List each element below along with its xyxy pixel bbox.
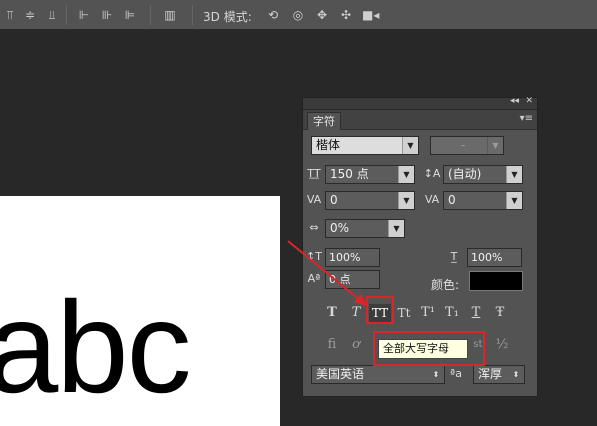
- baseline-shift-icon: Aª: [307, 272, 321, 285]
- fractions-button[interactable]: ½: [491, 336, 513, 354]
- text-color-swatch[interactable]: [469, 271, 523, 291]
- vertical-scale-icon: ↕T: [306, 250, 322, 263]
- antialias-value: 浑厚: [478, 367, 503, 381]
- separator: [66, 5, 67, 25]
- collapse-icon[interactable]: ◂◂: [510, 96, 519, 106]
- horizontal-scale-icon: T̲: [450, 250, 458, 263]
- rotate-3d-icon[interactable]: ⟲: [265, 7, 281, 23]
- faux-italic-button[interactable]: T: [345, 304, 367, 322]
- leading-input[interactable]: (自动) ▼: [443, 165, 523, 184]
- language-select[interactable]: 美国英语 ⬍: [311, 365, 445, 384]
- panel-tabrow: 字符 ▾≡: [303, 110, 537, 130]
- font-size-icon: T͟T: [307, 167, 321, 180]
- font-style-value: -: [461, 138, 466, 152]
- panel-menu-icon[interactable]: ▾≡: [520, 113, 533, 124]
- chevron-updown-icon: ⬍: [508, 366, 524, 383]
- underline-button[interactable]: T: [465, 304, 487, 322]
- color-label: 颜色:: [431, 278, 460, 292]
- chevron-down-icon: ▼: [388, 220, 404, 237]
- faux-bold-button[interactable]: T: [321, 304, 343, 322]
- tracking-icon: VA: [424, 193, 440, 206]
- distribute-icon[interactable]: ▥: [162, 7, 178, 23]
- pan-3d-icon[interactable]: ✥: [314, 7, 330, 23]
- kerning-icon: VA: [306, 193, 322, 206]
- chevron-down-icon: ▼: [398, 192, 414, 209]
- font-size-input[interactable]: 150 点 ▼: [325, 165, 415, 184]
- chevron-down-icon: ▼: [398, 166, 414, 183]
- align-bottom-icon[interactable]: ⫫: [44, 7, 60, 23]
- tsume-icon: ⇔: [309, 221, 319, 234]
- align-left-icon[interactable]: ⊩: [76, 7, 92, 23]
- superscript-button[interactable]: T¹: [417, 304, 439, 322]
- leading-value: (自动): [448, 167, 482, 181]
- kerning-input[interactable]: 0 ▼: [325, 191, 415, 210]
- vertical-scale-input[interactable]: 100%: [325, 248, 380, 267]
- chevron-down-icon: ▼: [506, 192, 522, 209]
- kerning-value: 0: [330, 193, 338, 207]
- baseline-shift-input[interactable]: 0 点: [325, 270, 380, 289]
- slide-3d-icon[interactable]: ✣: [338, 7, 354, 23]
- leading-icon: ↕A: [423, 167, 441, 180]
- 3d-mode-label: 3D 模式:: [203, 10, 252, 24]
- horizontal-scale-input[interactable]: 100%: [467, 248, 522, 267]
- align-top-icon[interactable]: ⫪: [2, 7, 18, 23]
- align-right-icon[interactable]: ⊫: [122, 7, 138, 23]
- align-hcenter-icon[interactable]: ⊪: [99, 7, 115, 23]
- tracking-value: 0: [448, 193, 456, 207]
- language-value: 美国英语: [316, 367, 365, 381]
- old-style-button[interactable]: ơ: [345, 336, 367, 354]
- antialias-icon: ªa: [450, 367, 462, 380]
- separator: [150, 5, 151, 25]
- chevron-down-icon: ▼: [506, 166, 522, 183]
- antialias-select[interactable]: 浑厚 ⬍: [473, 365, 525, 384]
- tab-character[interactable]: 字符: [307, 112, 341, 130]
- chevron-updown-icon: ⬍: [428, 366, 444, 383]
- close-icon[interactable]: ✕: [525, 96, 533, 106]
- scale-ratio-input[interactable]: 0% ▼: [325, 219, 405, 238]
- options-bar: ⫪ ≑ ⫫ ⊩ ⊪ ⊫ ▥ 3D 模式: ⟲ ◎ ✥ ✣ ■◂: [0, 0, 597, 30]
- font-family-value: 楷体: [316, 138, 341, 152]
- scale-3d-icon[interactable]: ■◂: [362, 7, 379, 23]
- roll-3d-icon[interactable]: ◎: [290, 7, 306, 23]
- font-size-value: 150 点: [330, 167, 369, 181]
- all-caps-highlight: [366, 296, 394, 324]
- strikethrough-button[interactable]: Ŧ: [489, 304, 511, 322]
- panel-header: ◂◂ ✕: [303, 96, 537, 110]
- tracking-input[interactable]: 0 ▼: [443, 191, 523, 210]
- tooltip: 全部大写字母: [378, 339, 468, 359]
- chevron-down-icon: ▼: [487, 137, 503, 154]
- document-text[interactable]: abc: [0, 282, 192, 412]
- font-family-select[interactable]: 楷体 ▼: [311, 136, 419, 155]
- separator: [192, 5, 193, 25]
- align-vcenter-icon[interactable]: ≑: [22, 7, 38, 23]
- small-caps-button[interactable]: Tt: [393, 304, 415, 322]
- document-canvas[interactable]: abc: [0, 196, 280, 426]
- ligature-button[interactable]: fi: [321, 336, 343, 354]
- chevron-down-icon: ▼: [402, 137, 418, 154]
- font-style-select[interactable]: - ▼: [430, 136, 504, 155]
- subscript-button[interactable]: T₁: [441, 304, 463, 322]
- scale-ratio-value: 0%: [330, 221, 350, 235]
